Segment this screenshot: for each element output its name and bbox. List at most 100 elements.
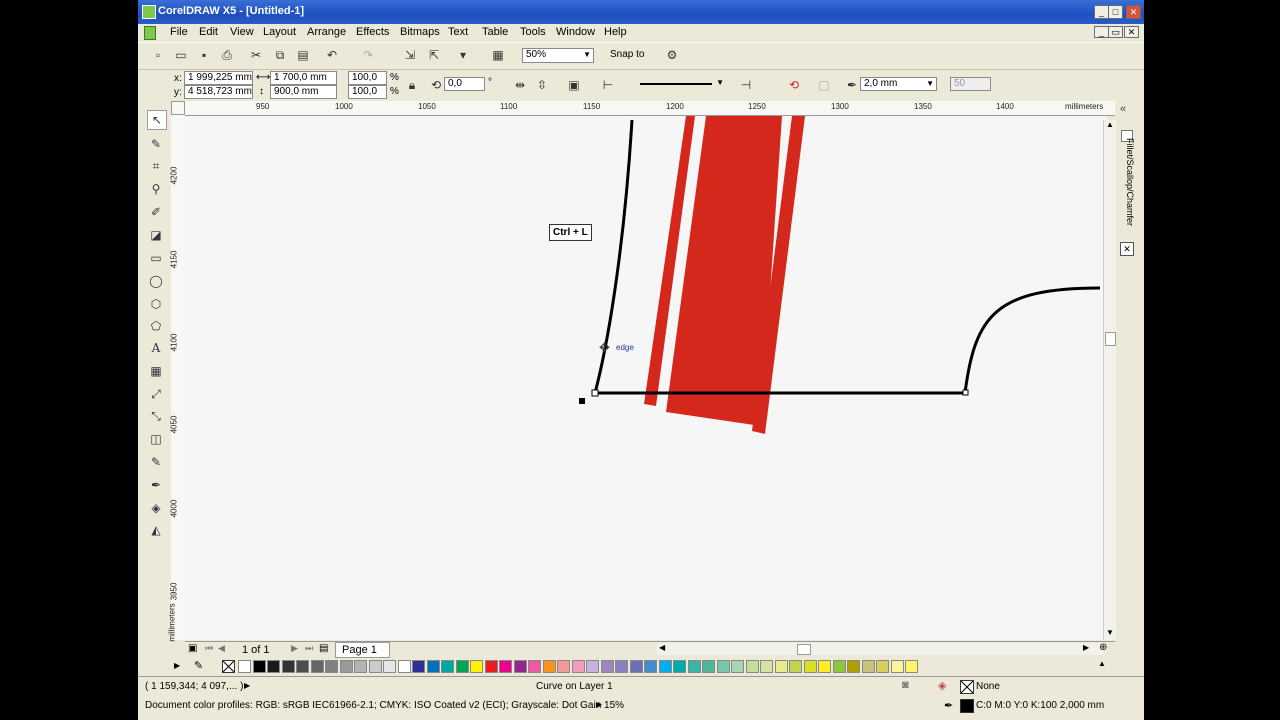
lock-ratio-icon[interactable]: 🔒︎	[404, 77, 420, 93]
outline-tool-icon[interactable]: ✒	[147, 476, 165, 494]
color-swatch[interactable]	[687, 660, 701, 673]
color-swatch[interactable]	[745, 660, 759, 673]
color-swatch[interactable]	[774, 660, 788, 673]
profiles-expand-icon[interactable]: ▶	[596, 700, 602, 709]
color-swatch[interactable]	[296, 660, 309, 673]
color-swatch[interactable]	[629, 660, 643, 673]
color-swatch[interactable]	[513, 660, 527, 673]
line-style-selector[interactable]: ▼	[638, 77, 724, 91]
cut-icon[interactable]: ✂	[248, 47, 264, 63]
zoom-tool-icon[interactable]: ⚲	[147, 180, 165, 198]
freehand-tool-icon[interactable]: ✐	[147, 203, 165, 221]
import-icon[interactable]: ⇲	[402, 47, 418, 63]
color-swatch[interactable]	[818, 660, 831, 673]
menu-bitmaps[interactable]: Bitmaps	[400, 26, 440, 38]
hscroll-thumb[interactable]	[797, 644, 811, 655]
color-swatch[interactable]	[586, 660, 599, 673]
color-swatch[interactable]	[412, 660, 425, 673]
horizontal-ruler[interactable]: 950 1000 1050 1100 1150 1200 1250 1300 1…	[185, 101, 1115, 116]
vertical-ruler[interactable]: 4200 4150 4100 4050 4000 3950 millimeter…	[168, 115, 186, 642]
node-end[interactable]	[962, 389, 969, 396]
color-swatch[interactable]	[397, 660, 411, 673]
outline-width-field[interactable]: 2,0 mm ▼	[860, 77, 937, 91]
rectangle-tool-icon[interactable]: ▭	[147, 249, 165, 267]
first-page-icon[interactable]: ⏮	[205, 643, 213, 654]
next-page-icon[interactable]: ▶	[291, 643, 298, 654]
color-swatch[interactable]	[760, 660, 773, 673]
copy-icon[interactable]: ⧉	[272, 47, 288, 63]
wrap-text-icon[interactable]: ▢	[816, 77, 832, 93]
fill-tool-icon[interactable]: ◈	[147, 499, 165, 517]
undo-icon[interactable]: ↶	[324, 47, 340, 63]
menu-tools[interactable]: Tools	[520, 26, 546, 38]
color-swatch[interactable]	[876, 660, 889, 673]
menu-layout[interactable]: Layout	[263, 26, 296, 38]
drawing-canvas[interactable]: ✥ edge	[185, 116, 1107, 640]
blend-tool-icon[interactable]: ◫	[147, 430, 165, 448]
menu-help[interactable]: Help	[604, 26, 627, 38]
color-profiles[interactable]: Document color profiles: RGB: sRGB IEC61…	[145, 700, 624, 711]
color-swatch[interactable]	[615, 660, 628, 673]
add-page-icon[interactable]: ▤	[319, 643, 328, 654]
table-tool-icon[interactable]: ▦	[147, 362, 165, 380]
mirror-vertical-icon[interactable]: ⇳	[534, 77, 550, 93]
fillet-docker-tab[interactable]: Fillet/Scallop/Chamfer	[1118, 125, 1136, 260]
width-field[interactable]: 1 700,0 mm	[270, 71, 337, 85]
menu-effects[interactable]: Effects	[356, 26, 389, 38]
color-swatch[interactable]	[557, 660, 570, 673]
color-swatch[interactable]	[673, 660, 686, 673]
scroll-right-icon[interactable]: ▶	[1083, 643, 1089, 652]
redo-icon[interactable]: ↷	[360, 47, 376, 63]
export-icon[interactable]: ⇱	[426, 47, 442, 63]
options-icon[interactable]: ⚙	[664, 47, 680, 63]
scale-x-field[interactable]: 100,0	[348, 71, 387, 85]
color-swatch[interactable]	[455, 660, 469, 673]
dimension-tool-icon[interactable]: ⤢	[147, 385, 165, 403]
menu-arrange[interactable]: Arrange	[307, 26, 346, 38]
coords-expand-icon[interactable]: ▶	[244, 681, 250, 690]
color-swatch[interactable]	[470, 660, 483, 673]
doc-minimize-button[interactable]: _	[1094, 26, 1109, 38]
welcome-screen-icon[interactable]: ▦	[490, 47, 506, 63]
close-button[interactable]: ✕	[1126, 5, 1141, 19]
color-swatch[interactable]	[238, 660, 251, 673]
text-tool-icon[interactable]: A	[147, 339, 165, 357]
color-swatch[interactable]	[789, 660, 802, 673]
color-swatch[interactable]	[354, 660, 367, 673]
color-swatch[interactable]	[368, 660, 382, 673]
app-launcher-icon[interactable]: ▾	[455, 47, 471, 63]
crop-tool-icon[interactable]: ⌗	[147, 157, 165, 175]
y-position-field[interactable]: 4 518,723 mm	[184, 85, 253, 99]
menu-window[interactable]: Window	[556, 26, 595, 38]
rotation-field[interactable]: 0,0	[444, 77, 485, 91]
height-field[interactable]: 900,0 mm	[270, 85, 337, 99]
navigator-icon[interactable]: ⊕	[1099, 642, 1107, 653]
color-swatch[interactable]	[542, 660, 556, 673]
end-arrowhead-icon[interactable]: ⊣	[738, 77, 754, 93]
color-swatch[interactable]	[252, 660, 266, 673]
doc-close-button[interactable]: ✕	[1124, 26, 1139, 38]
polygon-tool-icon[interactable]: ⬡	[147, 295, 165, 313]
curve-smoothness-field[interactable]: 50	[950, 77, 991, 91]
color-swatch[interactable]	[600, 660, 614, 673]
scroll-down-icon[interactable]: ▼	[1106, 628, 1114, 637]
color-swatch[interactable]	[890, 660, 904, 673]
color-swatch[interactable]	[803, 660, 817, 673]
prev-page-icon[interactable]: ◀	[218, 643, 225, 654]
color-swatch[interactable]	[281, 660, 295, 673]
eyedropper-icon[interactable]: ✎	[194, 659, 203, 672]
color-swatch[interactable]	[847, 660, 860, 673]
no-color-swatch[interactable]	[222, 660, 235, 673]
save-icon[interactable]: ▪	[196, 47, 212, 63]
open-icon[interactable]: ▭	[173, 47, 189, 63]
scroll-left-icon[interactable]: ◀	[659, 643, 665, 652]
snap-to-button[interactable]: Snap to	[610, 49, 644, 60]
last-page-icon[interactable]: ⏭	[305, 643, 313, 654]
color-swatch[interactable]	[716, 660, 730, 673]
menu-view[interactable]: View	[230, 26, 254, 38]
zoom-level-field[interactable]: 50% ▼	[522, 48, 594, 63]
mirror-horizontal-icon[interactable]: ⇹	[512, 77, 528, 93]
print-icon[interactable]: ⎙	[219, 47, 235, 63]
color-swatch[interactable]	[861, 660, 875, 673]
x-position-field[interactable]: 1 999,225 mm	[184, 71, 253, 85]
